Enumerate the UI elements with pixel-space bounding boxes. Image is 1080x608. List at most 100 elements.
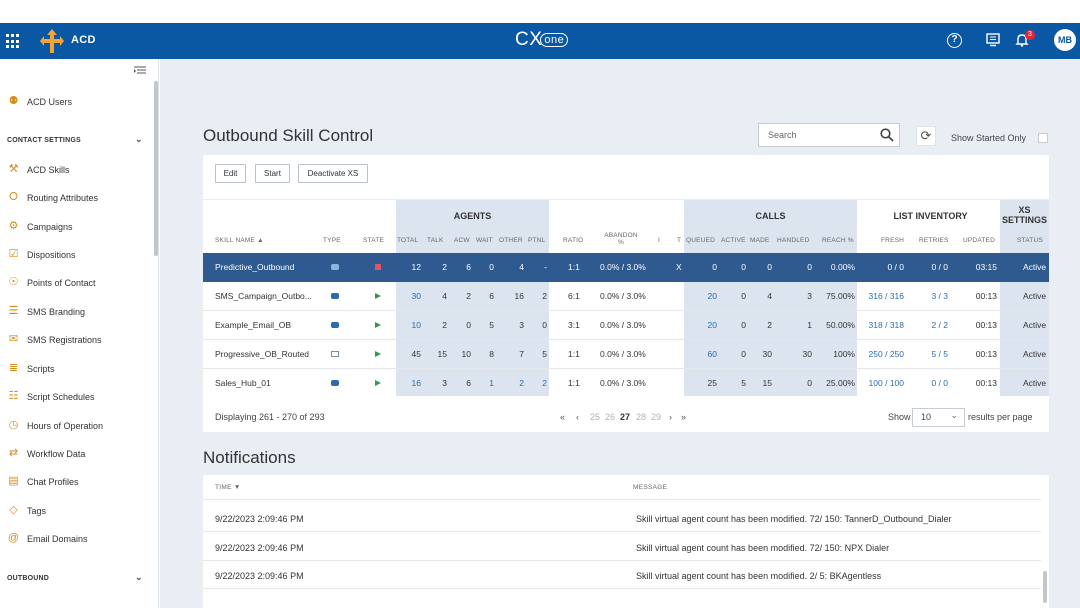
collapse-menu-icon[interactable] (134, 66, 146, 76)
cell-total[interactable]: 10 (401, 320, 421, 330)
cell-retries[interactable]: 0 / 0 (908, 378, 948, 388)
cell-other[interactable]: 2 (504, 378, 524, 388)
stop-state-icon[interactable] (375, 262, 381, 272)
col-state[interactable]: STATE (363, 237, 384, 244)
next-page-button[interactable]: › (669, 412, 672, 422)
search-icon[interactable] (880, 128, 894, 142)
app-launcher-icon[interactable] (6, 34, 21, 49)
list-item[interactable]: 9/22/2023 2:09:46 PM Skill virtual agent… (203, 561, 1041, 589)
col-type[interactable]: TYPE (323, 237, 341, 244)
col-skill-name[interactable]: SKILL NAME ▲ (215, 237, 264, 244)
play-state-icon[interactable] (375, 378, 381, 388)
col-handled[interactable]: HANDLED (777, 237, 809, 244)
page-28[interactable]: 28 (636, 412, 646, 422)
cell-retries[interactable]: 3 / 3 (908, 291, 948, 301)
sidebar-item-routing-attributes[interactable]: ⭘ Routing Attributes (0, 187, 152, 209)
prev-page-button[interactable]: ‹ (576, 412, 579, 422)
sidebar-item-workflow-data[interactable]: ⇄ Workflow Data (0, 443, 152, 465)
cell-retries[interactable]: 5 / 5 (908, 349, 948, 359)
sidebar-item-acd-users[interactable]: ⚉ ACD Users (0, 91, 152, 113)
col-reach[interactable]: REACH % (822, 237, 854, 244)
col-ptnl[interactable]: PTNL (528, 237, 545, 244)
table-row[interactable]: SMS_Campaign_Outbo... 30 4 2 6 16 2 6:1 … (203, 282, 1049, 311)
compass-icon: ☉ (8, 276, 19, 288)
section-contact-settings[interactable]: CONTACT SETTINGS ⌄ (7, 134, 147, 144)
col-ratio[interactable]: RATIO (563, 237, 583, 244)
avatar[interactable]: MB (1054, 29, 1076, 51)
col-message[interactable]: MESSAGE (633, 484, 667, 491)
first-page-button[interactable]: « (560, 412, 565, 422)
sidebar-item-campaigns[interactable]: ⚙ Campaigns (0, 216, 152, 238)
play-state-icon[interactable] (375, 291, 381, 301)
table-row[interactable]: Sales_Hub_01 16 3 6 1 2 2 1:1 0.0% / 3.0… (203, 369, 1049, 398)
col-other[interactable]: OTHER (499, 237, 523, 244)
cell-ptnl: - (544, 262, 547, 272)
page-27[interactable]: 27 (620, 412, 630, 422)
sidebar-item-points-of-contact[interactable]: ☉ Points of Contact (0, 272, 152, 294)
sidebar-item-email-domains[interactable]: @ Email Domains (0, 528, 152, 550)
col-time[interactable]: TIME ▼ (215, 484, 241, 491)
col-total[interactable]: TOTAL (397, 237, 418, 244)
show-started-only-checkbox[interactable] (1038, 133, 1048, 143)
cell-queued[interactable]: 20 (697, 291, 717, 301)
cell-fresh[interactable]: 318 / 318 (854, 320, 904, 330)
cell-ptnl[interactable]: 2 (527, 378, 547, 388)
edit-button[interactable]: Edit (215, 164, 246, 183)
sidebar-item-sms-branding[interactable]: ☰ SMS Branding (0, 301, 152, 323)
search-input[interactable]: Search (758, 123, 900, 147)
col-wait[interactable]: WAIT (476, 237, 493, 244)
col-t[interactable]: T (677, 237, 681, 244)
col-updated[interactable]: UPDATED (963, 237, 995, 244)
sidebar-item-tags[interactable]: ◇ Tags (0, 500, 152, 522)
sidebar-item-acd-skills[interactable]: ⚒ ACD Skills (0, 159, 152, 181)
agent-desktop-icon[interactable] (986, 33, 1000, 47)
sidebar-scrollbar[interactable] (154, 81, 158, 256)
play-state-icon[interactable] (375, 320, 381, 330)
cell-queued[interactable]: 20 (697, 320, 717, 330)
col-status[interactable]: STATUS (1017, 237, 1043, 244)
play-state-icon[interactable] (375, 349, 381, 359)
page-26[interactable]: 26 (605, 412, 615, 422)
sidebar-item-chat-profiles[interactable]: ▤ Chat Profiles (0, 471, 152, 493)
col-queued[interactable]: QUEUED (686, 237, 715, 244)
cell-fresh[interactable]: 100 / 100 (854, 378, 904, 388)
table-row[interactable]: Example_Email_OB 10 2 0 5 3 0 3:1 0.0% /… (203, 311, 1049, 340)
cell-total[interactable]: 30 (401, 291, 421, 301)
list-item[interactable]: 9/22/2023 2:09:46 PM Skill virtual agent… (203, 533, 1041, 561)
table-row[interactable]: Progressive_OB_Routed 45 15 10 8 7 5 1:1… (203, 340, 1049, 369)
notifications-scrollbar[interactable] (1043, 571, 1047, 603)
col-talk[interactable]: TALK (427, 237, 444, 244)
sidebar-item-script-schedules[interactable]: ☷ Script Schedules (0, 386, 152, 408)
table-row[interactable]: Predictive_Outbound 12 2 6 0 4 - 1:1 0.0… (203, 253, 1049, 282)
sidebar-item-scripts[interactable]: ≣ Scripts (0, 358, 152, 380)
col-i[interactable]: I (658, 237, 660, 244)
col-abandon[interactable]: ABANDON% (601, 232, 641, 246)
sidebar-item-sms-registrations[interactable]: ✉ SMS Registrations (0, 329, 152, 351)
col-fresh[interactable]: FRESH (881, 237, 904, 244)
refresh-icon[interactable]: ⟳ (916, 126, 936, 146)
deactivate-xs-button[interactable]: Deactivate XS (298, 164, 368, 183)
list-item[interactable]: 9/22/2023 2:09:46 PM Skill virtual agent… (203, 504, 1041, 532)
col-acw[interactable]: ACW (454, 237, 470, 244)
cell-fresh[interactable]: 250 / 250 (854, 349, 904, 359)
cell-total[interactable]: 16 (401, 378, 421, 388)
per-page-select[interactable]: 10 ⌄ (912, 408, 965, 427)
last-page-button[interactable]: » (681, 412, 686, 422)
cell-fresh[interactable]: 316 / 316 (854, 291, 904, 301)
cell-active: 0 (741, 320, 746, 330)
help-icon[interactable]: ? (947, 33, 962, 48)
cell-wait[interactable]: 1 (474, 378, 494, 388)
col-active[interactable]: ACTIVE (721, 237, 746, 244)
cell-skill-name: Predictive_Outbound (215, 262, 295, 272)
col-made[interactable]: MADE (750, 237, 770, 244)
sidebar-item-dispositions[interactable]: ☑ Dispositions (0, 244, 152, 266)
section-outbound[interactable]: OUTBOUND ⌄ (7, 572, 147, 582)
col-retries[interactable]: RETRIES (919, 237, 949, 244)
start-button[interactable]: Start (255, 164, 290, 183)
page-29[interactable]: 29 (651, 412, 661, 422)
page-25[interactable]: 25 (590, 412, 600, 422)
sidebar-item-hours-of-operation[interactable]: ◷ Hours of Operation (0, 415, 152, 437)
cell-queued[interactable]: 60 (697, 349, 717, 359)
cell-acw: 0 (466, 320, 471, 330)
cell-retries[interactable]: 2 / 2 (908, 320, 948, 330)
